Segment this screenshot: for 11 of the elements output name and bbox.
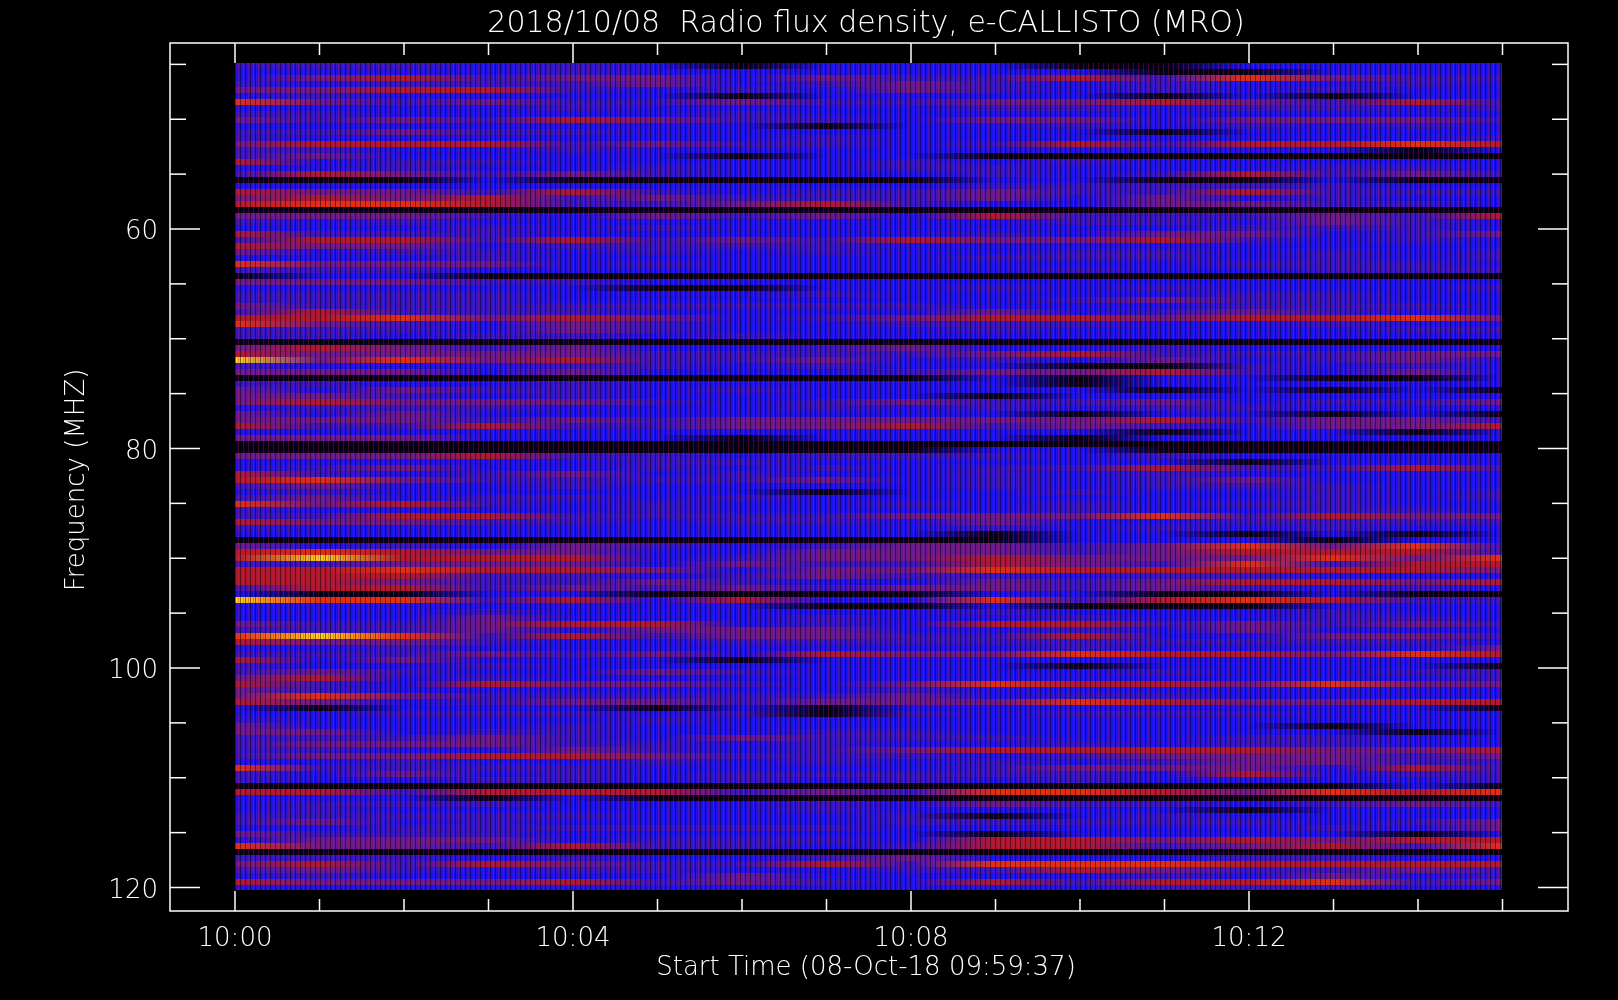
tick-label: 100 <box>108 654 158 684</box>
tick-label: 10:08 <box>873 922 949 952</box>
tick-label: 120 <box>108 873 158 904</box>
axis-title: Frequency (MHZ) <box>60 368 90 592</box>
tick-label: 80 <box>124 434 158 465</box>
axis-title: Start Time (08-Oct-18 09:59:37) <box>656 951 1076 981</box>
tick-label: 10:00 <box>197 922 273 952</box>
tick-label: 10:12 <box>1211 922 1287 952</box>
tick-label: 10:04 <box>535 922 611 952</box>
chart-title: 2018/10/08 Radio flux density, e-CALLISTO (MRO) <box>487 4 1245 39</box>
tick-label: 60 <box>124 215 158 245</box>
